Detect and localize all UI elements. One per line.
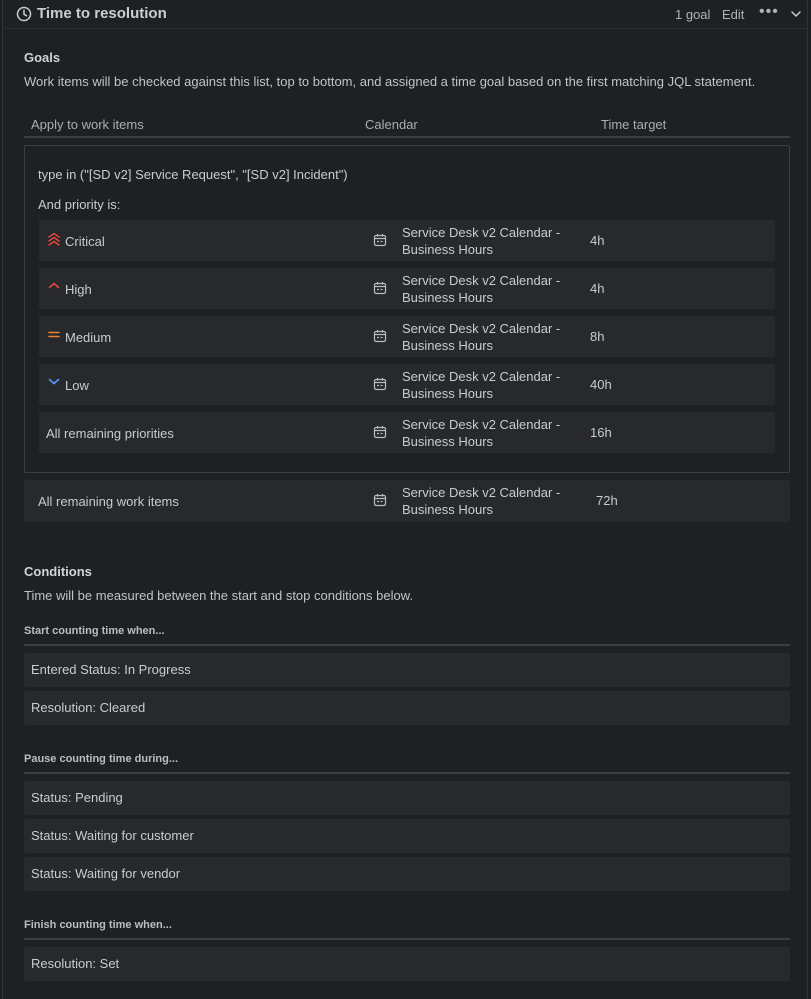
conditions-description: Time will be measured between the start … (24, 588, 414, 603)
calendar-icon (373, 378, 387, 391)
time-target: 4h (590, 233, 605, 248)
start-condition: Resolution: Cleared (24, 691, 790, 725)
finish-heading: Finish counting time when... (24, 919, 172, 931)
goal-row-medium: Medium Service Desk v2 Calendar - Busine… (39, 316, 775, 357)
start-divider (24, 644, 790, 646)
condition-text: Status: Waiting for vendor (31, 866, 181, 881)
calendar-icon (373, 494, 387, 507)
start-heading: Start counting time when... (24, 625, 165, 637)
priority-name: Critical (65, 234, 105, 249)
goals-heading: Goals (24, 50, 61, 65)
priority-critical-icon (48, 232, 60, 246)
conditions-heading: Conditions (24, 564, 92, 579)
pause-condition: Status: Pending (24, 781, 790, 815)
pause-condition: Status: Waiting for vendor (24, 857, 790, 891)
more-actions-button[interactable]: ••• (759, 3, 779, 21)
column-apply: Apply to work items (31, 117, 144, 132)
pause-divider (24, 772, 790, 774)
finish-divider (24, 938, 790, 940)
goal-count: 1 goal (675, 7, 711, 22)
condition-text: Resolution: Cleared (31, 700, 146, 715)
column-calendar: Calendar (365, 117, 418, 132)
time-target: 72h (596, 493, 618, 508)
calendar-name: Service Desk v2 Calendar - Business Hour… (402, 369, 561, 401)
calendar-name: Service Desk v2 Calendar - Business Hour… (402, 485, 561, 517)
goal-row-critical: Critical Service Desk v2 Calendar - Busi… (39, 220, 775, 261)
priority-label: And priority is: (38, 197, 121, 212)
panel-title: Time to resolution (37, 5, 167, 22)
calendar-icon (373, 234, 387, 247)
edit-button[interactable]: Edit (722, 7, 744, 22)
chevron-down-icon[interactable] (789, 7, 803, 21)
priority-low-icon (48, 378, 60, 385)
panel-header: Time to resolution 1 goal Edit ••• (3, 0, 809, 29)
time-target: 40h (590, 377, 612, 392)
calendar-icon (373, 330, 387, 343)
priority-name: High (65, 282, 92, 297)
calendar-name: Service Desk v2 Calendar - Business Hour… (402, 225, 561, 257)
condition-text: Entered Status: In Progress (31, 662, 191, 677)
condition-text: Resolution: Set (31, 956, 120, 971)
work-items-label: All remaining work items (38, 494, 179, 509)
goal-row-low: Low Service Desk v2 Calendar - Business … (39, 364, 775, 405)
column-time-target: Time target (601, 117, 667, 132)
jql-statement: type in ("[SD v2] Service Request", "[SD… (38, 167, 348, 182)
priority-name: All remaining priorities (46, 426, 174, 441)
sla-panel: Time to resolution 1 goal Edit ••• Goals… (2, 0, 809, 999)
goal-row-high: High Service Desk v2 Calendar - Business… (39, 268, 775, 309)
table-header-divider (24, 136, 790, 138)
priority-medium-icon (48, 331, 60, 338)
goal-row-remaining-work-items: All remaining work items Service Desk v2… (24, 480, 790, 522)
priority-name: Medium (65, 330, 112, 345)
pause-condition: Status: Waiting for customer (24, 819, 790, 853)
start-condition: Entered Status: In Progress (24, 653, 790, 687)
time-target: 16h (590, 425, 612, 440)
finish-condition: Resolution: Set (24, 947, 790, 981)
time-target: 8h (590, 329, 605, 344)
goals-description: Work items will be checked against this … (24, 74, 756, 89)
calendar-icon (373, 426, 387, 439)
priority-name: Low (65, 378, 89, 393)
condition-text: Status: Pending (31, 790, 123, 805)
calendar-name: Service Desk v2 Calendar - Business Hour… (402, 417, 561, 449)
time-target: 4h (590, 281, 605, 296)
calendar-icon (373, 282, 387, 295)
clock-icon (16, 6, 32, 22)
calendar-name: Service Desk v2 Calendar - Business Hour… (402, 321, 561, 353)
goal-row-remaining-priorities: All remaining priorities Service Desk v2… (39, 412, 775, 453)
condition-text: Status: Waiting for customer (31, 828, 194, 843)
pause-heading: Pause counting time during... (24, 753, 179, 765)
priority-high-icon (48, 282, 60, 289)
calendar-name: Service Desk v2 Calendar - Business Hour… (402, 273, 561, 305)
